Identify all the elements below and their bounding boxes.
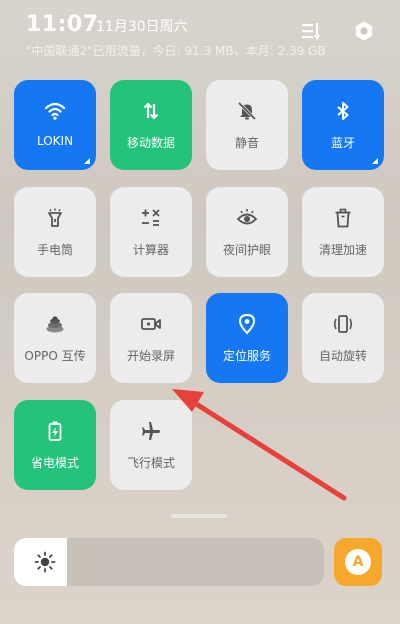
tile-label: LOKIN — [36, 134, 74, 148]
sun-icon — [34, 551, 56, 573]
tile-label: 开始录屏 — [126, 349, 175, 363]
tile-power-saving[interactable]: 省电模式 — [14, 400, 96, 490]
tile-bluetooth[interactable]: 蓝牙 — [302, 80, 384, 170]
tile-label: 定位服务 — [222, 349, 271, 363]
tile-auto-rotate[interactable]: 自动旋转 — [302, 293, 384, 383]
tile-label: 清理加速 — [318, 243, 367, 257]
battery-icon — [44, 420, 66, 442]
eye-icon — [236, 207, 258, 229]
airplane-icon — [140, 420, 162, 442]
tile-label: 省电模式 — [30, 456, 79, 470]
auto-brightness-label: A — [345, 549, 371, 575]
clock-time: 11:07 — [26, 12, 99, 37]
tile-mute[interactable]: 静音 — [206, 80, 288, 170]
panel-drag-handle[interactable] — [171, 514, 227, 518]
tile-flashlight[interactable]: 手电筒 — [14, 187, 96, 277]
tile-calculator[interactable]: 计算器 — [110, 187, 192, 277]
flashlight-icon — [44, 207, 66, 229]
tile-screen-record[interactable]: 开始录屏 — [110, 293, 192, 383]
tile-night-eye-care[interactable]: 夜间护眼 — [206, 187, 288, 277]
wifi-icon — [44, 100, 66, 122]
tile-airplane-mode[interactable]: 飞行模式 — [110, 400, 192, 490]
edit-tiles-button[interactable] — [300, 20, 322, 42]
tile-oppo-share[interactable]: OPPO 互传 — [14, 293, 96, 383]
rotate-icon — [332, 313, 354, 335]
tile-label: 飞行模式 — [126, 456, 175, 470]
tile-wifi[interactable]: LOKIN — [14, 80, 96, 170]
tile-label: 静音 — [234, 136, 259, 150]
screen-record-icon — [140, 313, 162, 335]
tile-label: 自动旋转 — [318, 349, 367, 363]
date-label: 11月30日周六 — [96, 19, 188, 35]
tile-label: OPPO 互传 — [24, 349, 86, 363]
tile-label: 夜间护眼 — [222, 243, 271, 257]
tile-clean-boost[interactable]: 清理加速 — [302, 187, 384, 277]
settings-button[interactable] — [353, 20, 375, 42]
data-usage-text: "中国联通2"已用流量，今日: 91.3 MB，本月: 2.39 GB — [26, 44, 326, 58]
sort-icon — [302, 23, 321, 40]
tile-label: 手电筒 — [36, 243, 73, 257]
tile-label: 蓝牙 — [330, 136, 355, 150]
expand-corner-icon — [372, 158, 378, 164]
share-stack-icon — [44, 313, 66, 335]
trash-icon — [332, 207, 354, 229]
brightness-slider[interactable] — [14, 538, 324, 586]
auto-brightness-button[interactable]: A — [334, 538, 382, 586]
expand-corner-icon — [84, 158, 90, 164]
settings-icon — [355, 21, 373, 41]
tile-location-service[interactable]: 定位服务 — [206, 293, 288, 383]
tile-label: 移动数据 — [126, 136, 175, 150]
mobile-data-icon — [140, 100, 162, 122]
mute-bell-icon — [236, 100, 258, 122]
location-icon — [236, 313, 258, 335]
tile-mobile-data[interactable]: 移动数据 — [110, 80, 192, 170]
bluetooth-icon — [332, 100, 354, 122]
calculator-icon — [140, 207, 162, 229]
status-bar: 11:07 11月30日周六 "中国联通2"已用流量，今日: 91.3 MB，本… — [0, 0, 400, 70]
tile-label: 计算器 — [132, 243, 169, 257]
